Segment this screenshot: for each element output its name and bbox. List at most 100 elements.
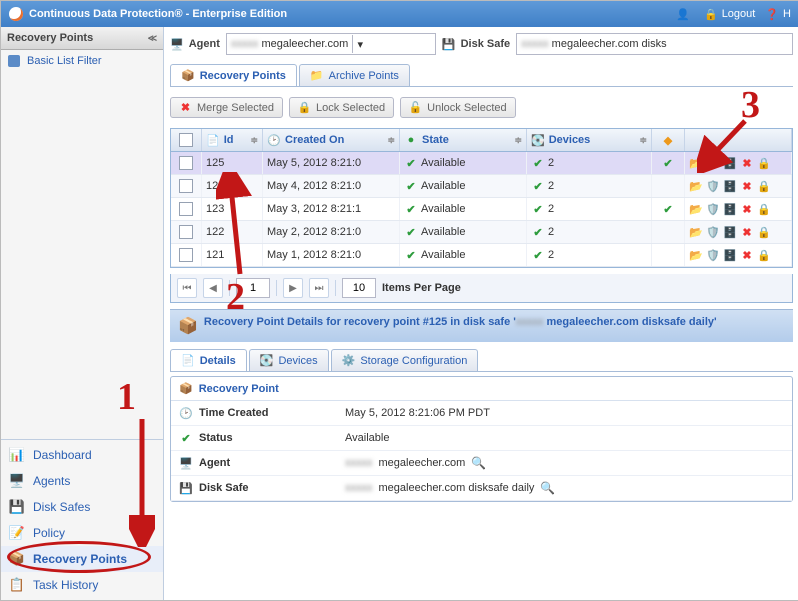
cell-state: ✔Available (400, 221, 527, 243)
tab-storage[interactable]: ⚙️ Storage Configuration (331, 349, 479, 371)
cell-id: 122 (202, 221, 263, 243)
cell-created: May 2, 2012 8:21:0 (263, 221, 400, 243)
row-actions: 📂🛡️🗄️✖🔒 (685, 198, 792, 220)
disksafe-label: 💾 Disk Safe (442, 38, 510, 51)
table-row[interactable]: 125May 5, 2012 8:21:0✔Available✔2✔📂🛡️🗄️✖… (171, 152, 792, 175)
cell-id: 124 (202, 175, 263, 197)
shield-icon[interactable]: 🛡️ (706, 225, 720, 239)
delete-icon[interactable]: ✖ (740, 179, 754, 193)
table-row[interactable]: 121May 1, 2012 8:21:0✔Available✔2📂🛡️🗄️✖🔒 (171, 244, 792, 267)
cell-created: May 1, 2012 8:21:0 (263, 244, 400, 266)
lock-icon[interactable]: 🔒 (757, 202, 771, 216)
col-checkbox[interactable] (171, 129, 202, 151)
detail-row: 🕑Time CreatedMay 5, 2012 8:21:06 PM PDT (171, 401, 792, 426)
shield-icon[interactable]: 🛡️ (706, 179, 720, 193)
delete-icon[interactable]: ✖ (740, 225, 754, 239)
cube-icon: 📦 (178, 316, 198, 336)
sidebar-item-disksafes[interactable]: 💾Disk Safes (1, 494, 163, 520)
tab-recovery-points[interactable]: 📦 Recovery Points (170, 64, 297, 86)
last-page-button[interactable]: ⏭ (309, 278, 329, 298)
browse-icon[interactable]: 📂 (689, 225, 703, 239)
collapse-icon[interactable]: ≪ (148, 33, 157, 44)
cell-created: May 3, 2012 8:21:1 (263, 198, 400, 220)
browse-icon[interactable]: 📂 (689, 202, 703, 216)
user-indicator[interactable]: 👤 (676, 8, 694, 21)
next-page-button[interactable]: ▶ (283, 278, 303, 298)
help-link[interactable]: ❓ H (765, 8, 791, 21)
pager: ⏮ ◀ ▶ ⏭ Items Per Page (170, 274, 793, 303)
sidebar: Recovery Points ≪ Basic List Filter 📊Das… (1, 27, 164, 600)
cell-id: 125 (202, 152, 263, 174)
per-page-input[interactable] (342, 278, 376, 298)
table-row[interactable]: 122May 2, 2012 8:21:0✔Available✔2 📂🛡️🗄️✖🔒 (171, 221, 792, 244)
cell-devices: ✔2 (527, 198, 652, 220)
browse-icon[interactable]: 📂 (689, 156, 703, 170)
sidebar-item-dashboard[interactable]: 📊Dashboard (1, 442, 163, 468)
lock-button[interactable]: 🔒Lock Selected (289, 97, 394, 118)
first-page-button[interactable]: ⏮ (177, 278, 197, 298)
row-checkbox[interactable] (179, 179, 193, 193)
browse-icon[interactable]: 📂 (689, 248, 703, 262)
col-id[interactable]: 📄Id≑ (202, 129, 263, 151)
cell-id: 121 (202, 244, 263, 266)
delete-icon[interactable]: ✖ (740, 156, 754, 170)
prev-page-button[interactable]: ◀ (203, 278, 223, 298)
row-actions: 📂🛡️🗄️✖🔒 (685, 175, 792, 197)
shield-icon[interactable]: 🛡️ (706, 156, 720, 170)
app-header: Continuous Data Protection® - Enterprise… (1, 1, 798, 27)
db-icon[interactable]: 🗄️ (723, 156, 737, 170)
row-checkbox[interactable] (179, 248, 193, 262)
browse-icon[interactable]: 📂 (689, 179, 703, 193)
shield-icon[interactable]: 🛡️ (706, 248, 720, 262)
col-created[interactable]: 🕑Created On≑ (263, 129, 400, 151)
agent-label: 🖥️ Agent (170, 38, 220, 51)
cell-devices: ✔2 (527, 221, 652, 243)
db-icon[interactable]: 🗄️ (723, 179, 737, 193)
details-panel: 📦 Recovery Point Details for recovery po… (170, 309, 793, 502)
disksafe-select[interactable]: xxxxx megaleecher.com disks (516, 33, 793, 55)
lock-icon[interactable]: 🔒 (757, 156, 771, 170)
cell-state: ✔Available (400, 152, 527, 174)
cell-created: May 5, 2012 8:21:0 (263, 152, 400, 174)
col-state[interactable]: ●State≑ (400, 129, 527, 151)
page-input[interactable] (236, 278, 270, 298)
shield-icon[interactable]: 🛡️ (706, 202, 720, 216)
detail-row: ✔StatusAvailable (171, 426, 792, 451)
details-title: 📦 Recovery Point (171, 377, 792, 401)
lock-icon[interactable]: 🔒 (757, 225, 771, 239)
cell-created: May 4, 2012 8:21:0 (263, 175, 400, 197)
cell-state: ✔Available (400, 175, 527, 197)
col-devices[interactable]: 💽Devices≑ (527, 129, 652, 151)
app-icon (9, 7, 23, 21)
app-title: Continuous Data Protection® - Enterprise… (29, 8, 287, 20)
tab-details[interactable]: 📄 Details (170, 349, 247, 371)
row-actions: 📂🛡️🗄️✖🔒 (685, 244, 792, 266)
row-checkbox[interactable] (179, 156, 193, 170)
db-icon[interactable]: 🗄️ (723, 248, 737, 262)
basic-list-filter[interactable]: Basic List Filter (1, 50, 163, 72)
table-row[interactable]: 124May 4, 2012 8:21:0✔Available✔2📂🛡️🗄️✖🔒 (171, 175, 792, 198)
lock-icon[interactable]: 🔒 (757, 248, 771, 262)
merge-button[interactable]: ✖Merge Selected (170, 97, 283, 118)
sidebar-item-agents[interactable]: 🖥️Agents (1, 468, 163, 494)
cell-state: ✔Available (400, 198, 527, 220)
cell-ok: ✔ (652, 198, 685, 220)
row-checkbox[interactable] (179, 202, 193, 216)
tab-archive-points[interactable]: 📁 Archive Points (299, 64, 410, 86)
unlock-button[interactable]: 🔓Unlock Selected (400, 97, 516, 118)
logout-link[interactable]: 🔒 Logout (704, 8, 755, 21)
delete-icon[interactable]: ✖ (740, 202, 754, 216)
sidebar-item-task-history[interactable]: 📋Task History (1, 572, 163, 598)
row-checkbox[interactable] (179, 225, 193, 239)
tab-devices[interactable]: 💽 Devices (249, 349, 329, 371)
table-row[interactable]: 123May 3, 2012 8:21:1✔Available✔2✔📂🛡️🗄️✖… (171, 198, 792, 221)
db-icon[interactable]: 🗄️ (723, 225, 737, 239)
delete-icon[interactable]: ✖ (740, 248, 754, 262)
lock-icon[interactable]: 🔒 (757, 179, 771, 193)
db-icon[interactable]: 🗄️ (723, 202, 737, 216)
search-icon[interactable]: 🔍 (471, 456, 486, 470)
agent-select[interactable]: xxxxx megaleecher.com▾ (226, 33, 436, 55)
search-icon[interactable]: 🔍 (540, 481, 555, 495)
per-page-label: Items Per Page (382, 282, 461, 294)
detail-row: 🖥️Agentxxxxx megaleecher.com 🔍 (171, 451, 792, 476)
